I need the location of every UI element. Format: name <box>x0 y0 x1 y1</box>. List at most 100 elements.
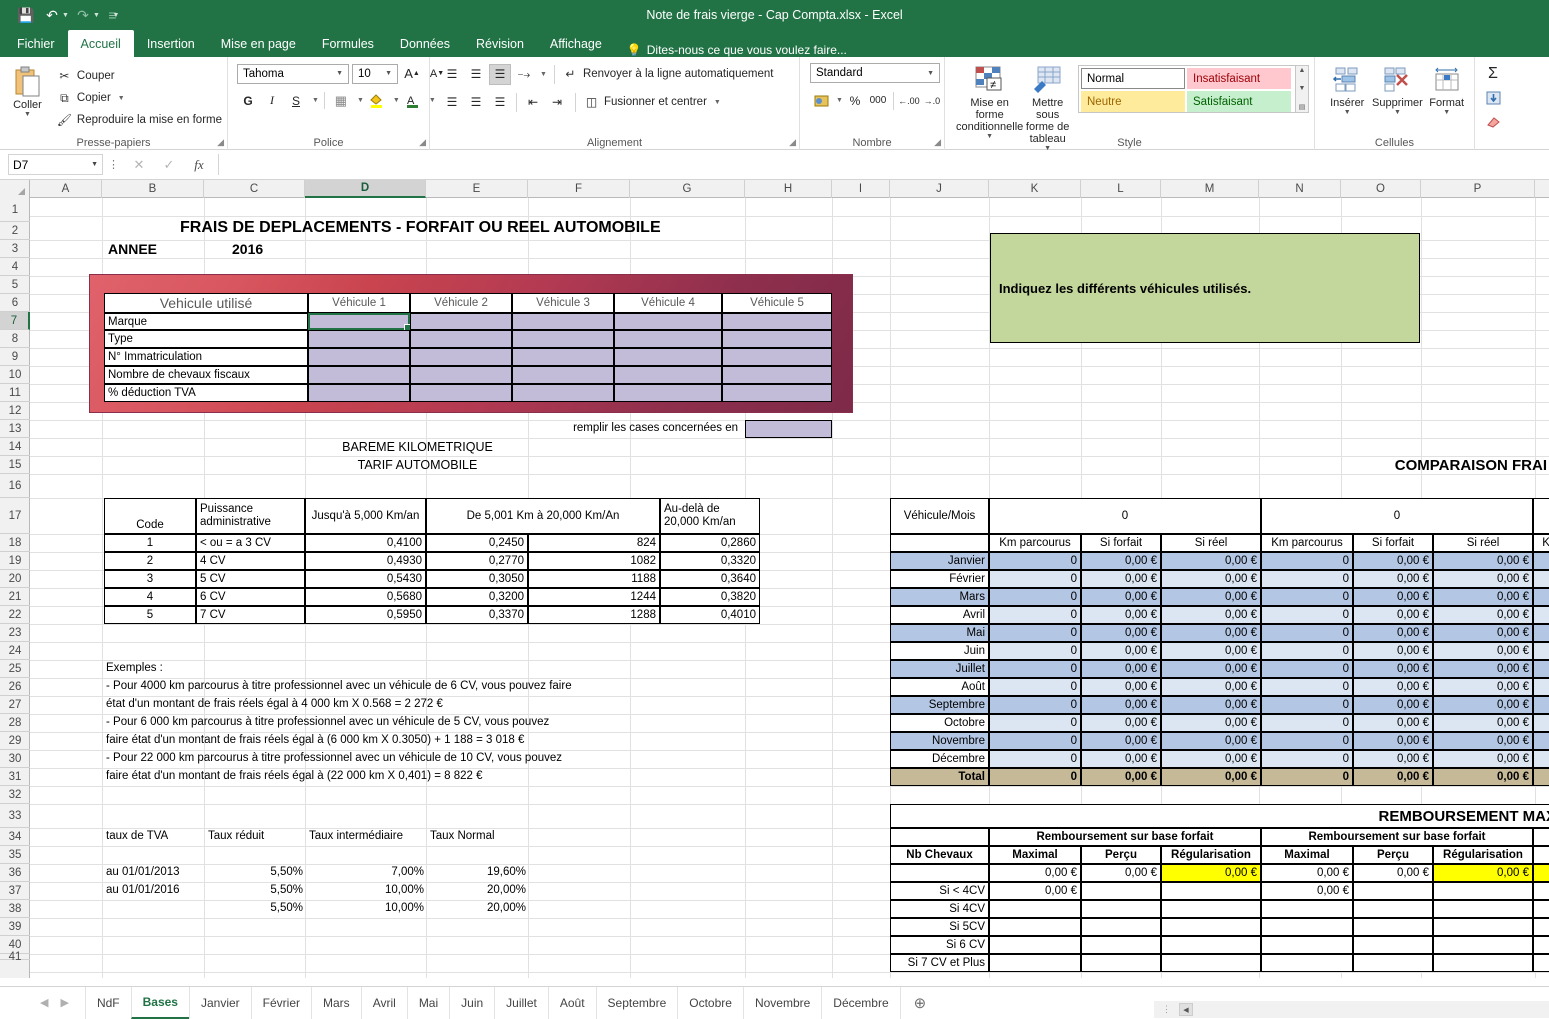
column-header-K[interactable]: K <box>989 180 1081 198</box>
cell-style-normal[interactable]: Normal <box>1081 68 1185 89</box>
row-header-21[interactable]: 21 <box>0 588 30 606</box>
comparaison-km-cell[interactable]: 0 <box>1261 732 1353 750</box>
row-header-11[interactable]: 11 <box>0 384 30 402</box>
percent-format-icon[interactable]: % <box>844 90 866 111</box>
row-header-16[interactable]: 16 <box>0 474 30 498</box>
column-header-N[interactable]: N <box>1259 180 1341 198</box>
comparaison-km-cell[interactable]: 0 <box>1261 552 1353 570</box>
vehicle-cell-f7[interactable] <box>512 313 614 330</box>
align-middle-icon[interactable]: ☰ <box>465 64 487 85</box>
increase-indent-icon[interactable]: ⇥ <box>546 92 568 113</box>
clear-icon[interactable] <box>1482 111 1504 132</box>
row-header-29[interactable]: 29 <box>0 732 30 750</box>
sheet-tab-avril[interactable]: Avril <box>361 987 408 1019</box>
fx-icon[interactable]: fx <box>184 157 214 173</box>
align-bottom-icon[interactable]: ☰ <box>489 64 511 85</box>
row-header-38[interactable]: 38 <box>0 900 30 918</box>
ribbon-tab-revision[interactable]: Révision <box>463 30 537 57</box>
redo-caret-icon[interactable]: ▼ <box>93 12 100 19</box>
row-header-30[interactable]: 30 <box>0 750 30 768</box>
vehicle-cell-h9[interactable] <box>722 348 832 366</box>
column-header-E[interactable]: E <box>426 180 528 198</box>
row-header-26[interactable]: 26 <box>0 678 30 696</box>
copy-dropdown-icon[interactable]: ▼ <box>118 95 125 102</box>
comparaison-km-cell[interactable]: 0 <box>989 570 1081 588</box>
align-right-icon[interactable]: ☰ <box>489 92 511 113</box>
row-header-6[interactable]: 6 <box>0 294 30 312</box>
row-header-34[interactable]: 34 <box>0 828 30 846</box>
row-header-24[interactable]: 24 <box>0 642 30 660</box>
bold-button[interactable]: G <box>237 90 259 111</box>
remb-row-percu[interactable] <box>1081 882 1161 900</box>
row-header-25[interactable]: 25 <box>0 660 30 678</box>
number-format-select[interactable]: Standard ▼ <box>810 63 940 83</box>
remb-row-percu[interactable] <box>1081 900 1161 918</box>
row-header-37[interactable]: 37 <box>0 882 30 900</box>
vehicle-cell-g7[interactable] <box>614 313 722 330</box>
column-header-C[interactable]: C <box>204 180 305 198</box>
remb-row-percu[interactable] <box>1353 936 1433 954</box>
tell-me-box[interactable]: 💡 Dites-nous ce que vous voulez faire... <box>615 43 847 57</box>
vehicle-cell-e9[interactable] <box>410 348 512 366</box>
borders-icon[interactable]: ▦ <box>330 90 352 111</box>
ribbon-tab-affichage[interactable]: Affichage <box>537 30 615 57</box>
comparaison-km-cell[interactable]: 0 <box>989 750 1081 768</box>
alignment-dialog-launcher-icon[interactable]: ◢ <box>789 137 796 148</box>
comparaison-km-cell[interactable]: 0 <box>1261 642 1353 660</box>
align-center-icon[interactable]: ☰ <box>465 92 487 113</box>
cell-style-insatisfaisant[interactable]: Insatisfaisant <box>1187 68 1291 89</box>
row-header-17[interactable]: 17 <box>0 498 30 534</box>
paste-button[interactable]: Coller ▼ <box>5 65 50 118</box>
sheet-tab-janvier[interactable]: Janvier <box>189 987 252 1019</box>
styles-more-icon[interactable]: ▤ <box>1299 103 1306 111</box>
conditional-formatting-button[interactable]: ≠ Mise en forme conditionnelle ▼ <box>956 63 1023 140</box>
vehicle-cell-d10[interactable] <box>308 366 410 384</box>
comparaison-km-cell[interactable]: 0 <box>1261 660 1353 678</box>
customize-qat-icon[interactable]: ≡▼ <box>102 4 126 26</box>
delete-cells-dropdown-icon[interactable]: ▼ <box>1394 109 1401 116</box>
row-header-4[interactable]: 4 <box>0 258 30 276</box>
remb-first-percu-1[interactable]: 0,00 € <box>1081 864 1161 882</box>
save-icon[interactable]: 💾 <box>14 4 38 26</box>
clipboard-dialog-launcher-icon[interactable]: ◢ <box>217 137 224 148</box>
column-header-D[interactable]: D <box>305 180 426 198</box>
thousands-format-icon[interactable]: 000 <box>867 90 889 111</box>
comparaison-km-cell[interactable]: 0 <box>989 732 1081 750</box>
scroll-track[interactable] <box>1193 1003 1549 1016</box>
sheet-tab-decembre[interactable]: Décembre <box>821 987 900 1019</box>
number-dialog-launcher-icon[interactable]: ◢ <box>934 137 941 148</box>
vehicle-cell-h8[interactable] <box>722 330 832 348</box>
sheet-tab-mai[interactable]: Mai <box>407 987 450 1019</box>
font-dialog-launcher-icon[interactable]: ◢ <box>419 137 426 148</box>
cell-style-satisfaisant[interactable]: Satisfaisant <box>1187 91 1291 112</box>
scroll-left-icon[interactable]: ◀ <box>1179 1003 1193 1016</box>
comparaison-km-cell[interactable]: 0 <box>1261 606 1353 624</box>
sheet-tab-juin[interactable]: Juin <box>449 987 495 1019</box>
remb-row-percu[interactable] <box>1081 918 1161 936</box>
vehicle-cell-g10[interactable] <box>614 366 722 384</box>
vehicle-cell-e11[interactable] <box>410 384 512 402</box>
row-header-7[interactable]: 7 <box>0 312 30 330</box>
sheet-tab-ndf[interactable]: NdF <box>85 987 132 1019</box>
comparaison-km-cell[interactable]: 0 <box>989 552 1081 570</box>
formula-input[interactable] <box>218 154 1549 175</box>
row-header-22[interactable]: 22 <box>0 606 30 624</box>
cell-D7-selected[interactable] <box>308 313 410 330</box>
row-header-35[interactable]: 35 <box>0 846 30 864</box>
remb-row-percu[interactable] <box>1353 882 1433 900</box>
comparaison-km-cell[interactable]: 0 <box>1261 750 1353 768</box>
column-header-P[interactable]: P <box>1421 180 1535 198</box>
cancel-icon[interactable]: ✕ <box>124 157 154 173</box>
comparaison-km-cell[interactable]: 0 <box>1261 696 1353 714</box>
select-all-corner[interactable] <box>0 180 30 198</box>
insert-cells-dropdown-icon[interactable]: ▼ <box>1344 109 1351 116</box>
decrease-indent-icon[interactable]: ⇤ <box>522 92 544 113</box>
copy-button[interactable]: ⧉ Copier ▼ <box>56 87 222 109</box>
font-size-select[interactable]: 10 ▼ <box>352 64 398 84</box>
formula-bar-handle[interactable]: ⋮ <box>103 158 124 171</box>
ribbon-tab-mise-en-page[interactable]: Mise en page <box>208 30 309 57</box>
vehicle-cell-e8[interactable] <box>410 330 512 348</box>
column-header-O[interactable]: O <box>1341 180 1421 198</box>
row-header-14[interactable]: 14 <box>0 438 30 456</box>
row-header-18[interactable]: 18 <box>0 534 30 552</box>
